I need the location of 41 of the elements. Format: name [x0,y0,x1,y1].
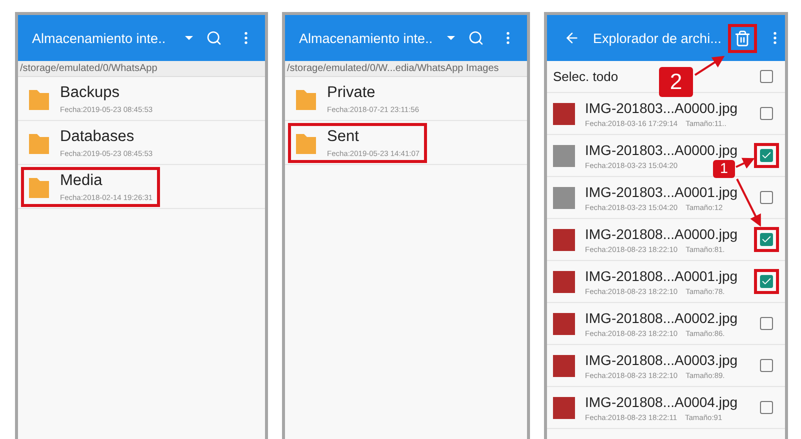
app-bar-title: Explorador de archi... [593,30,722,46]
file-name: IMG-201808...A0003.jpg [585,352,739,368]
photo-placeholder [553,396,575,418]
photo-placeholder [553,354,575,376]
checkbox[interactable] [760,149,773,162]
select-all-label: Selec. todo [553,69,618,84]
file-name: IMG-201803...A0000.jpg [585,100,739,116]
file-name: IMG-201808...A0001.jpg [585,268,739,284]
checkbox[interactable] [760,317,773,330]
file-name: IMG-201803...A0001.jpg [585,184,739,200]
step-number-badge: 1 [713,160,735,178]
path-bar: /storage/emulated/0/WhatsApp [18,61,265,77]
checkbox[interactable] [760,401,773,414]
checkbox[interactable] [760,107,773,120]
folder-name: Backups [60,84,120,102]
folder-name: Private [327,84,376,102]
photo-placeholder [553,312,575,334]
file-name: IMG-201803...A0000.jpg [585,142,739,158]
checkbox[interactable] [760,233,773,246]
checkbox[interactable] [760,359,773,372]
checkbox[interactable] [760,191,773,204]
photo-placeholder [553,186,575,208]
annotation-arrow [694,56,725,76]
folder-name: Databases [60,128,136,146]
file-name: IMG-201808...A0004.jpg [585,394,739,410]
folder-name: Media [60,172,104,190]
checkbox[interactable] [760,275,773,288]
photo-placeholder [553,228,575,250]
file-name: IMG-201808...A0000.jpg [585,226,739,242]
dropdown-caret-icon[interactable] [185,36,193,40]
path-bar: /storage/emulated/0/W...edia/WhatsApp Images [285,61,527,77]
checkbox[interactable] [760,70,773,83]
app-bar-title[interactable]: Almacenamiento inte.. [32,30,175,46]
file-name: IMG-201808...A0002.jpg [585,310,739,326]
step-number-badge: 2 [659,67,693,97]
photo-placeholder [553,102,575,124]
folder-name: Sent [327,128,360,146]
photo-placeholder [553,144,575,166]
photo-placeholder [553,270,575,292]
dropdown-caret-icon[interactable] [447,36,455,40]
app-bar-title[interactable]: Almacenamiento inte.. [299,30,437,46]
